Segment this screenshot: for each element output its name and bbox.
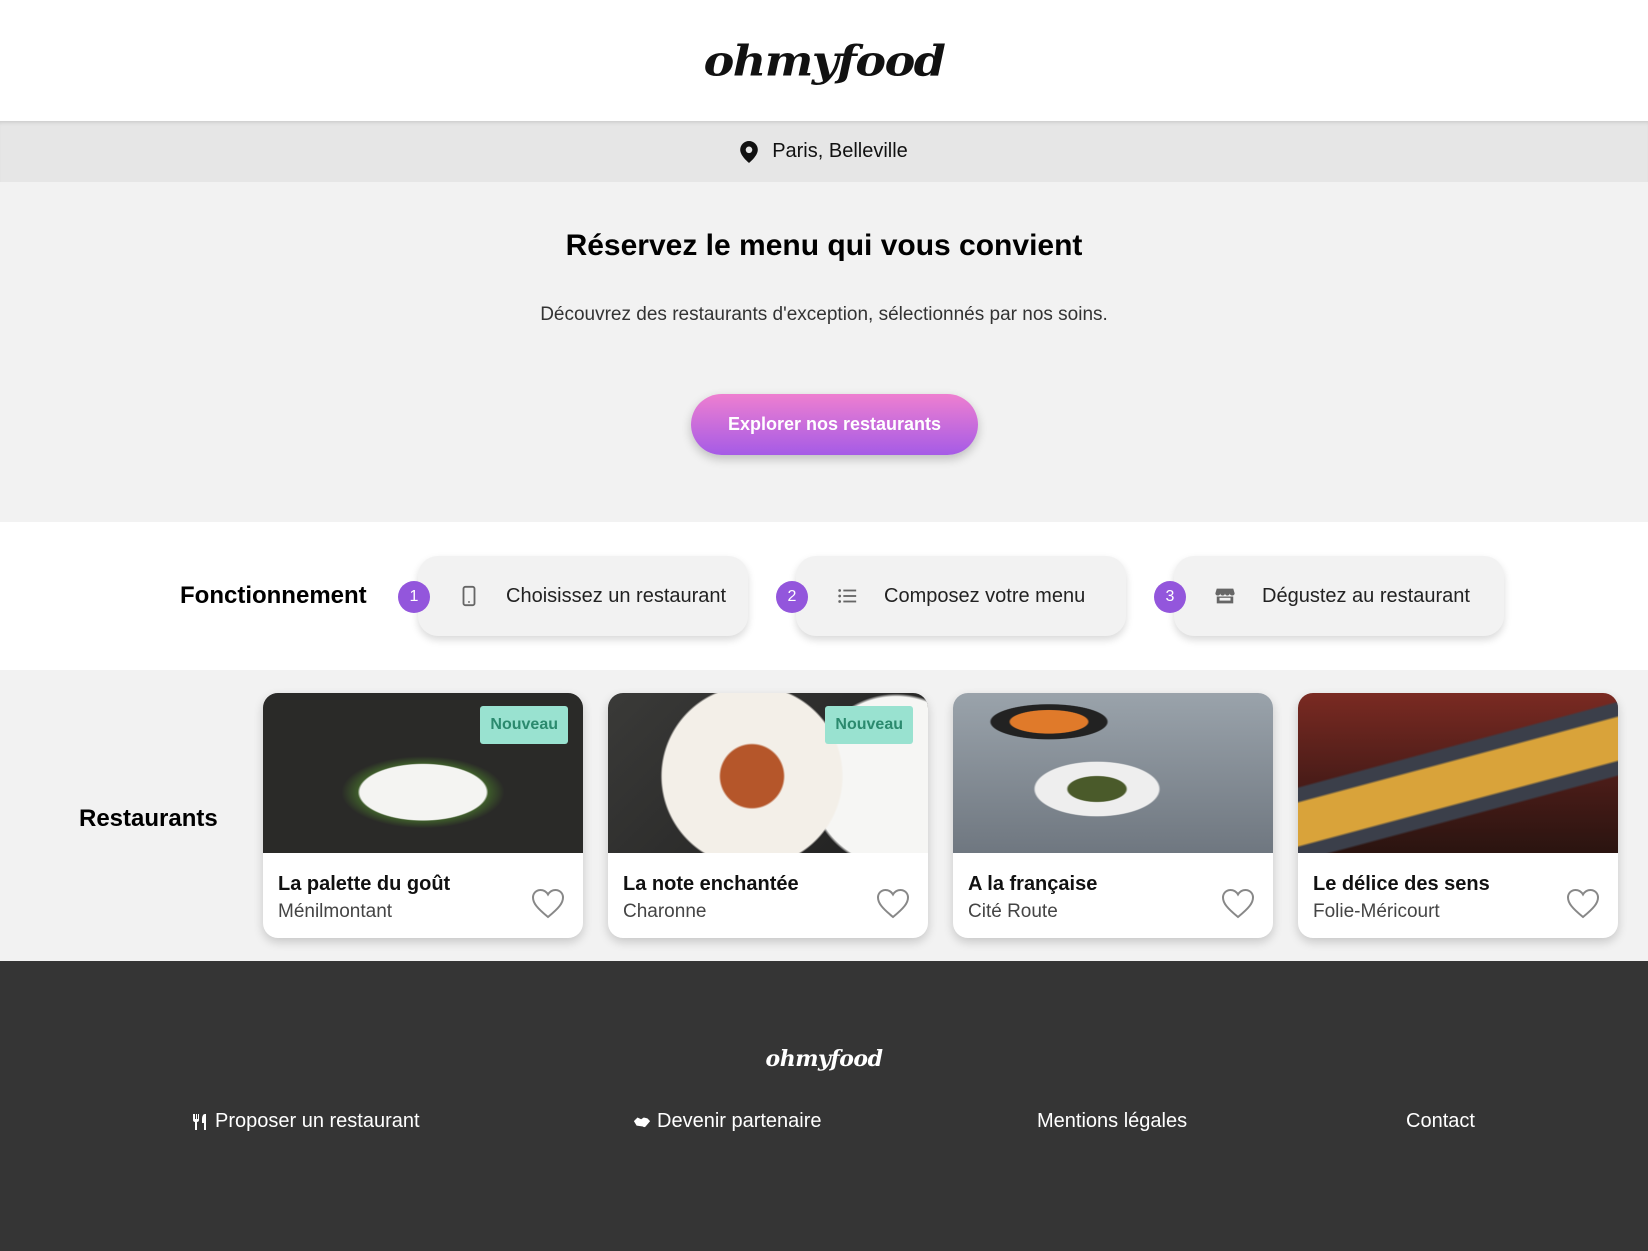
step-2: 2 Composez votre menu bbox=[776, 556, 1126, 636]
step-number: 1 bbox=[398, 581, 430, 613]
step-label: Composez votre menu bbox=[884, 584, 1086, 607]
restaurant-name: La palette du goût bbox=[278, 873, 451, 895]
restaurant-name: La note enchantée bbox=[623, 873, 799, 895]
restaurant-card[interactable]: Nouveau La note enchantée Charonne bbox=[608, 693, 928, 938]
handshake-icon bbox=[633, 1117, 651, 1127]
location-text: Paris, Belleville bbox=[772, 140, 908, 162]
restaurant-photo: Nouveau bbox=[263, 693, 583, 853]
restaurant-photo bbox=[953, 693, 1273, 853]
step-3: 3 Dégustez au restaurant bbox=[1154, 556, 1504, 636]
heart-icon[interactable] bbox=[876, 888, 910, 920]
step-label: Choisissez un restaurant bbox=[506, 584, 727, 607]
location-bar: Paris, Belleville bbox=[0, 121, 1648, 182]
footer-logo[interactable]: ohmyfood bbox=[0, 1046, 1648, 1072]
heart-icon[interactable] bbox=[1221, 888, 1255, 920]
footer-link-label: Mentions légales bbox=[1037, 1110, 1188, 1132]
become-partner-link[interactable]: Devenir partenaire bbox=[633, 1110, 822, 1133]
site-footer: ohmyfood Proposer un restaurant Devenir … bbox=[0, 961, 1648, 1251]
how-title: Fonctionnement bbox=[180, 582, 367, 609]
step-card: Dégustez au restaurant bbox=[1174, 556, 1504, 636]
step-number: 2 bbox=[776, 581, 808, 613]
new-badge: Nouveau bbox=[480, 706, 568, 744]
hero-title: Réservez le menu qui vous convient bbox=[565, 229, 1083, 262]
restaurant-photo bbox=[1298, 693, 1618, 853]
restaurant-photo: Nouveau bbox=[608, 693, 928, 853]
restaurant-area: Folie-Méricourt bbox=[1313, 901, 1440, 922]
map-pin-icon bbox=[740, 140, 758, 163]
restaurant-area: Ménilmontant bbox=[278, 901, 393, 922]
footer-link-label: Devenir partenaire bbox=[657, 1110, 822, 1132]
footer-link-label: Proposer un restaurant bbox=[215, 1110, 420, 1132]
mobile-phone-icon bbox=[462, 585, 476, 607]
restaurant-name: Le délice des sens bbox=[1313, 873, 1490, 895]
propose-restaurant-link[interactable]: Proposer un restaurant bbox=[191, 1110, 420, 1133]
restaurant-card[interactable]: Nouveau La palette du goût Ménilmontant bbox=[263, 693, 583, 938]
restaurant-area: Charonne bbox=[623, 901, 707, 922]
restaurant-name: A la française bbox=[968, 873, 1098, 895]
footer-link-label: Contact bbox=[1406, 1110, 1475, 1132]
restaurant-card[interactable]: A la française Cité Route bbox=[953, 693, 1273, 938]
store-icon bbox=[1215, 588, 1235, 604]
step-label: Dégustez au restaurant bbox=[1262, 584, 1470, 607]
restaurants-section: Restaurants Nouveau La palette du goût M… bbox=[0, 670, 1648, 961]
site-logo[interactable]: ohmyfood bbox=[704, 36, 946, 86]
step-number: 3 bbox=[1154, 581, 1186, 613]
utensils-icon bbox=[193, 1113, 206, 1130]
step-1: 1 Choisissez un restaurant bbox=[398, 556, 748, 636]
list-icon bbox=[838, 589, 857, 603]
legal-notice-link[interactable]: Mentions légales bbox=[1037, 1110, 1187, 1133]
how-it-works-section: Fonctionnement 1 Choisissez un restauran… bbox=[0, 522, 1648, 670]
contact-link[interactable]: Contact bbox=[1406, 1110, 1475, 1133]
heart-icon[interactable] bbox=[531, 888, 565, 920]
step-card: Composez votre menu bbox=[796, 556, 1126, 636]
hero-subtitle: Découvrez des restaurants d'exception, s… bbox=[540, 304, 1108, 325]
explore-restaurants-button[interactable]: Explorer nos restaurants bbox=[691, 394, 978, 455]
step-card: Choisissez un restaurant bbox=[418, 556, 748, 636]
restaurant-area: Cité Route bbox=[968, 901, 1058, 922]
new-badge: Nouveau bbox=[825, 706, 913, 744]
hero-section: Réservez le menu qui vous convient Décou… bbox=[0, 182, 1648, 522]
restaurant-card[interactable]: Le délice des sens Folie-Méricourt bbox=[1298, 693, 1618, 938]
site-header: ohmyfood bbox=[0, 0, 1648, 121]
heart-icon[interactable] bbox=[1566, 888, 1600, 920]
restaurants-title: Restaurants bbox=[79, 805, 218, 832]
